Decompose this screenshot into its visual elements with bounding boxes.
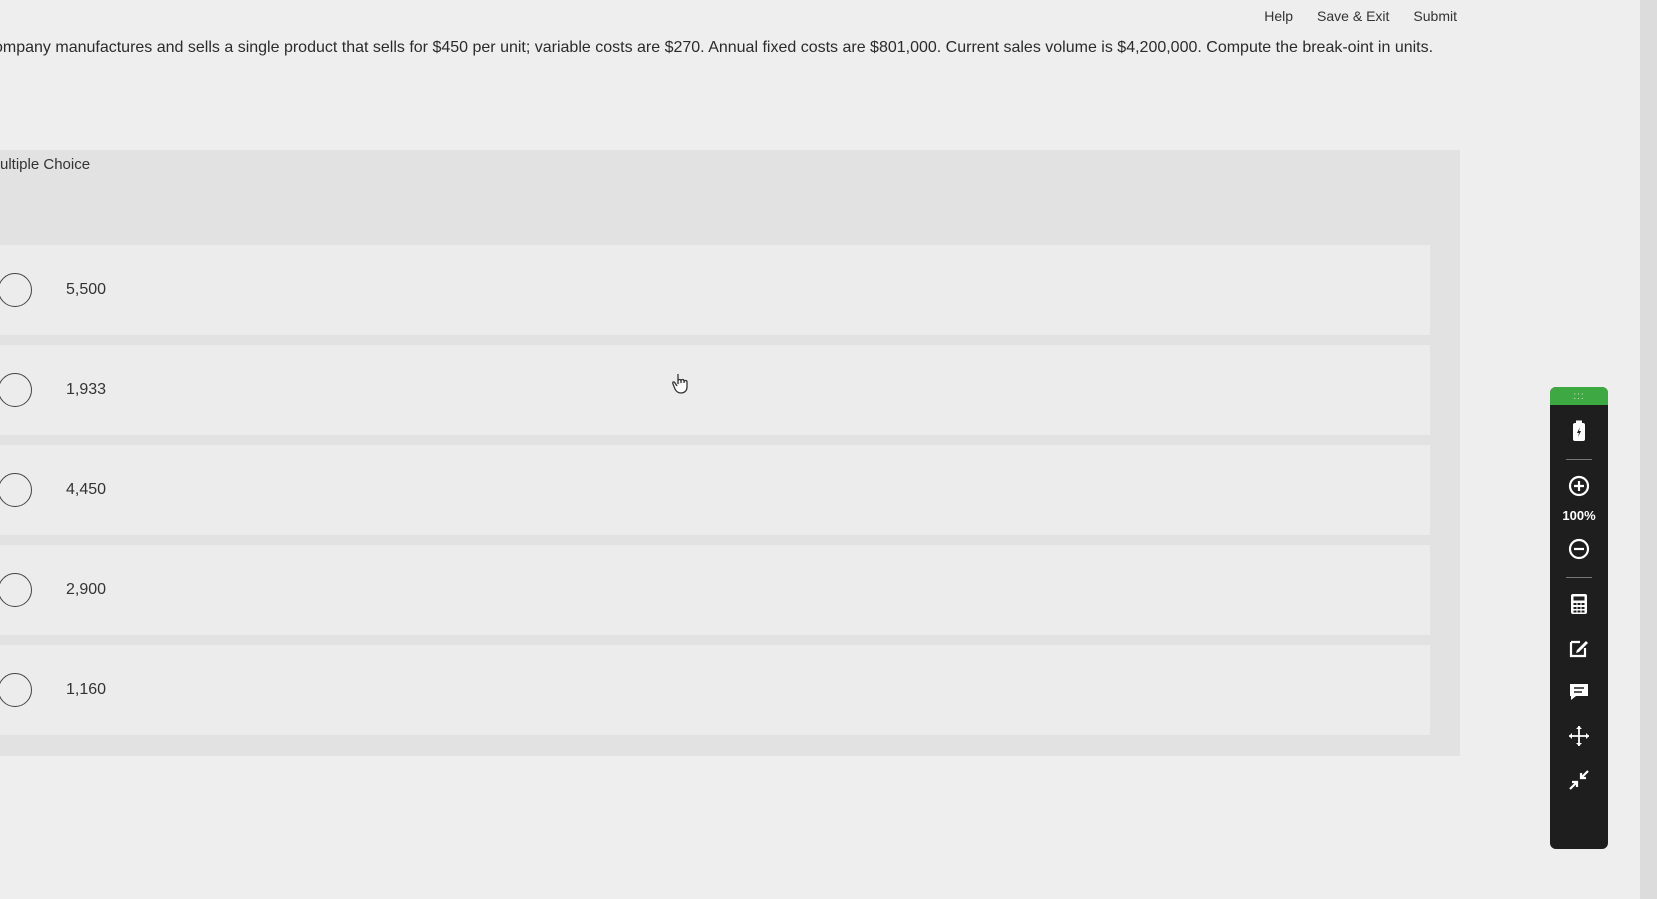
- option-label: 4,450: [66, 481, 107, 498]
- drag-handle[interactable]: :::: [1550, 387, 1608, 405]
- hand-cursor-icon: [672, 372, 692, 394]
- answer-option-3[interactable]: 4,450: [0, 445, 1430, 535]
- option-label: 1,160: [66, 681, 107, 698]
- zoom-out-icon[interactable]: [1559, 531, 1599, 567]
- multiple-choice-label: ultiple Choice: [0, 156, 91, 173]
- answer-options: 5,500 1,933 4,450 2,900 1,160: [0, 245, 1430, 745]
- scrollbar-track[interactable]: [1640, 0, 1657, 899]
- divider: [1566, 577, 1592, 578]
- zoom-in-icon[interactable]: [1559, 468, 1599, 504]
- help-link[interactable]: Help: [1264, 8, 1293, 24]
- radio-button[interactable]: [0, 473, 32, 507]
- answer-option-5[interactable]: 1,160: [0, 645, 1430, 735]
- radio-button[interactable]: [0, 673, 32, 707]
- battery-icon[interactable]: [1559, 413, 1599, 449]
- submit-link[interactable]: Submit: [1413, 8, 1457, 24]
- question-text: ompany manufactures and sells a single p…: [0, 39, 1434, 56]
- tool-panel: ::: 100%: [1550, 387, 1608, 849]
- top-navigation: Help Save & Exit Submit: [1264, 8, 1457, 24]
- edit-icon[interactable]: [1559, 630, 1599, 666]
- answer-option-4[interactable]: 2,900: [0, 545, 1430, 635]
- radio-button[interactable]: [0, 373, 32, 407]
- move-icon[interactable]: [1559, 718, 1599, 754]
- radio-button[interactable]: [0, 273, 32, 307]
- option-label: 1,933: [66, 381, 107, 398]
- divider: [1566, 459, 1592, 460]
- answer-option-1[interactable]: 5,500: [0, 245, 1430, 335]
- option-label: 5,500: [66, 281, 107, 298]
- answer-option-2[interactable]: 1,933: [0, 345, 1430, 435]
- collapse-icon[interactable]: [1559, 762, 1599, 798]
- zoom-level: 100%: [1562, 508, 1596, 523]
- radio-button[interactable]: [0, 573, 32, 607]
- save-exit-link[interactable]: Save & Exit: [1317, 8, 1389, 24]
- calculator-icon[interactable]: [1559, 586, 1599, 622]
- option-label: 2,900: [66, 581, 107, 598]
- comment-icon[interactable]: [1559, 674, 1599, 710]
